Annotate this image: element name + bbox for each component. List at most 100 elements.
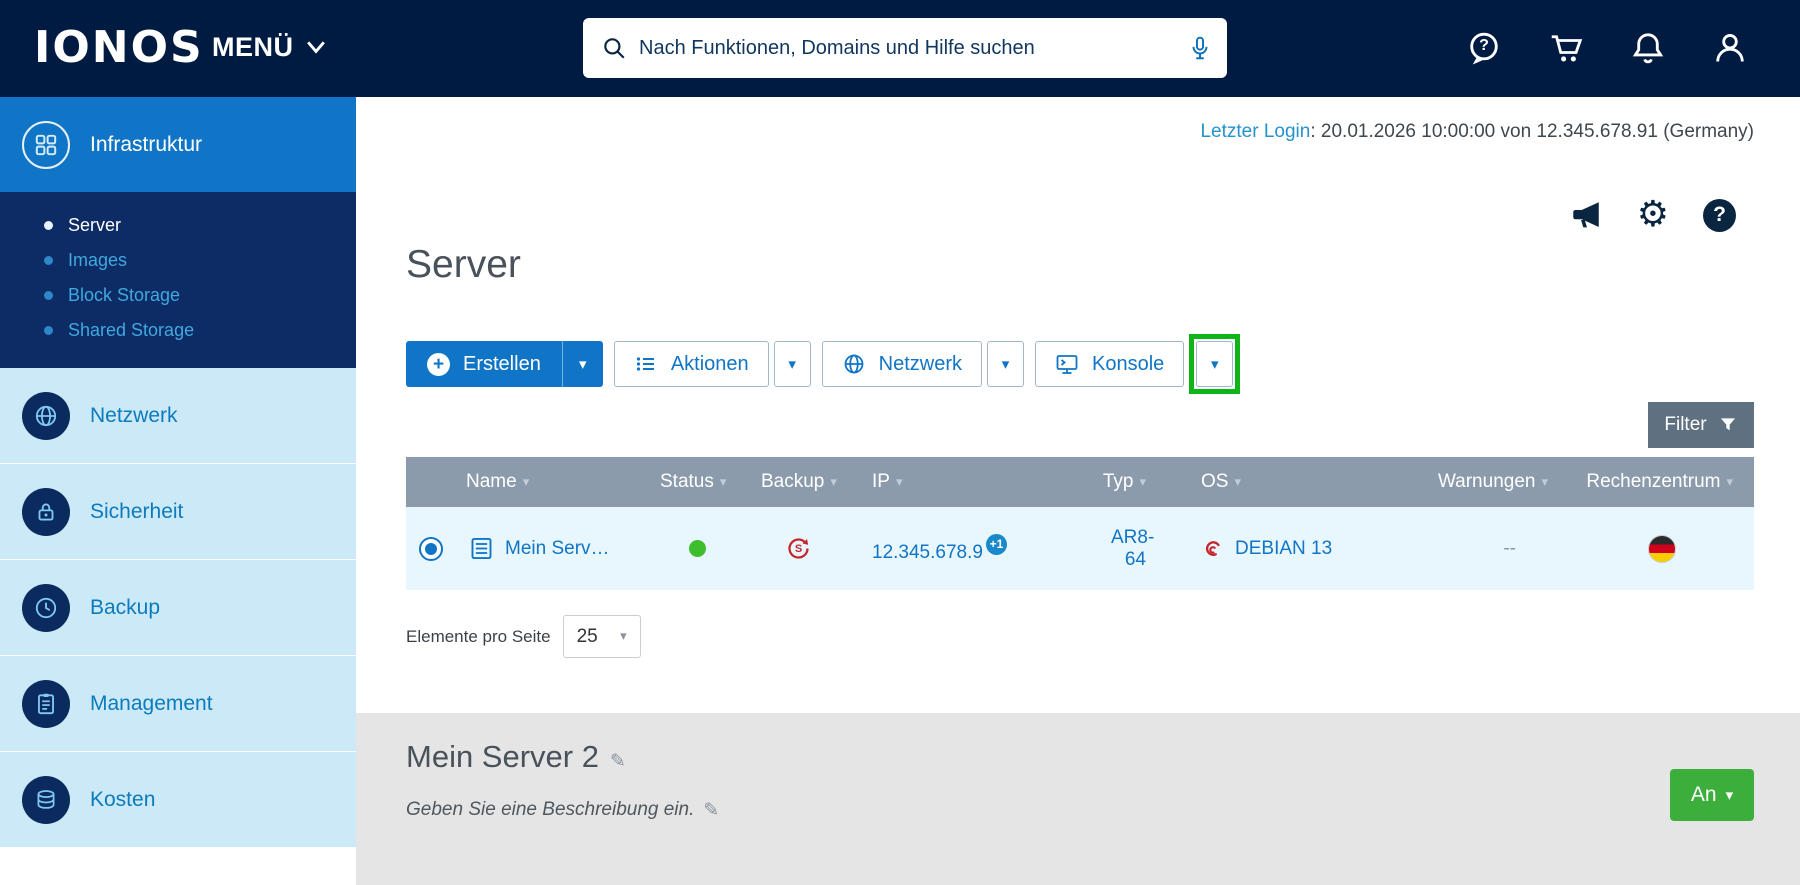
cart-icon[interactable] xyxy=(1548,30,1584,66)
chevron-down-icon xyxy=(306,41,325,54)
microphone-icon[interactable] xyxy=(1187,35,1213,61)
filter-button[interactable]: Filter xyxy=(1648,402,1754,448)
column-header-backup[interactable]: Backup ▾ xyxy=(751,471,861,493)
sidebar-item-infrastruktur[interactable]: Infrastruktur xyxy=(0,97,356,192)
caret-down-icon: ▾ xyxy=(620,629,627,644)
network-dropdown-arrow[interactable]: ▾ xyxy=(987,341,1025,387)
create-button[interactable]: + Erstellen xyxy=(406,341,562,387)
lock-icon xyxy=(22,487,70,536)
ionos-logo[interactable]: IONOS xyxy=(34,22,204,73)
submenu-item-block-storage[interactable]: Block Storage xyxy=(0,278,356,313)
column-header-label: Backup xyxy=(761,471,825,492)
column-header-label: Warnungen xyxy=(1437,471,1536,492)
edit-title-pencil-icon[interactable]: ✎ xyxy=(610,750,626,772)
sidebar-item-label: Backup xyxy=(90,595,161,619)
power-state-label: An xyxy=(1690,783,1717,806)
column-header-rechenzentrum[interactable]: Rechenzentrum ▾ xyxy=(1586,471,1754,493)
power-state-button[interactable]: An ▾ xyxy=(1670,769,1754,821)
table-row: Mein Serv… S 12.345.678.9 +1 AR8-64 DEBI… xyxy=(406,507,1754,590)
column-header-label: Rechenzentrum xyxy=(1586,471,1721,492)
create-button-group: + Erstellen ▾ xyxy=(406,341,603,387)
sidebar-item-sicherheit[interactable]: Sicherheit xyxy=(0,464,356,560)
console-button[interactable]: Konsole xyxy=(1035,341,1185,387)
sidebar-item-label: Management xyxy=(90,691,213,715)
server-icon xyxy=(471,537,492,560)
ip-count-badge[interactable]: +1 xyxy=(985,533,1007,555)
germany-flag-icon xyxy=(1648,534,1676,563)
sidebar-item-netzwerk[interactable]: Netzwerk xyxy=(0,368,356,464)
sidebar-item-label: Netzwerk xyxy=(90,403,178,427)
network-button[interactable]: Netzwerk xyxy=(821,341,983,387)
server-detail-panel: Mein Server 2 ✎ Geben Sie eine Beschreib… xyxy=(356,713,1800,885)
sort-caret-icon: ▾ xyxy=(1234,474,1241,490)
submenu-item-images[interactable]: Images xyxy=(0,243,356,278)
actions-button-label: Aktionen xyxy=(670,352,749,375)
column-header-label: Name xyxy=(466,471,517,492)
network-globe-icon xyxy=(22,391,70,440)
row-status-cell xyxy=(651,540,751,557)
question-glyph: ? xyxy=(1703,198,1736,232)
help-question-icon[interactable]: ? xyxy=(1703,198,1736,232)
row-ip-cell: 12.345.678.9 +1 xyxy=(861,533,1111,564)
help-chat-icon[interactable]: ? xyxy=(1466,30,1502,66)
row-name-cell: Mein Serv… xyxy=(456,535,651,562)
column-header-ip[interactable]: IP ▾ xyxy=(861,471,1111,493)
sidebar-item-kosten[interactable]: Kosten xyxy=(0,752,356,848)
menu-button[interactable]: MENÜ xyxy=(212,32,326,63)
menu-label: MENÜ xyxy=(212,32,294,62)
list-icon xyxy=(636,357,654,371)
network-button-label: Netzwerk xyxy=(878,352,963,375)
row-select-cell xyxy=(406,536,456,561)
clock-backup-icon xyxy=(22,583,70,632)
column-header-label: OS xyxy=(1201,471,1229,492)
sidebar-item-management[interactable]: Management xyxy=(0,656,356,752)
caret-down-icon: ▾ xyxy=(1001,354,1010,373)
sidebar-item-label: Infrastruktur xyxy=(90,132,203,156)
last-login-value: : 20.01.2026 10:00:00 von 12.345.678.91 … xyxy=(1310,121,1754,142)
create-dropdown-arrow[interactable]: ▾ xyxy=(561,341,603,387)
actions-button[interactable]: Aktionen xyxy=(613,341,769,387)
row-radio-selected[interactable] xyxy=(419,536,443,561)
submenu-item-label: Images xyxy=(68,250,128,270)
sort-caret-icon: ▾ xyxy=(830,474,837,490)
bell-icon[interactable] xyxy=(1630,30,1666,66)
sort-caret-icon: ▾ xyxy=(522,474,530,490)
column-header-name[interactable]: Name ▾ xyxy=(456,471,651,493)
user-account-icon[interactable] xyxy=(1712,30,1748,66)
row-os-cell[interactable]: DEBIAN 13 xyxy=(1201,536,1451,561)
column-header-os[interactable]: OS ▾ xyxy=(1201,471,1451,493)
sidebar: Infrastruktur Server Images Block Storag… xyxy=(0,97,356,885)
submenu-item-server[interactable]: Server xyxy=(0,208,356,243)
page-action-icons: ⚙ ? xyxy=(1569,196,1736,234)
settings-gear-icon[interactable]: ⚙ xyxy=(1637,197,1669,233)
search-input[interactable] xyxy=(639,36,1175,60)
submenu-item-label: Shared Storage xyxy=(68,320,195,340)
header-icons: ? xyxy=(1466,30,1748,66)
detail-title-row: Mein Server 2 ✎ xyxy=(406,739,626,775)
sort-caret-icon: ▾ xyxy=(1726,474,1733,490)
server-name-link[interactable]: Mein Serv… xyxy=(505,538,610,560)
sort-caret-icon: ▾ xyxy=(719,474,727,490)
announcements-megaphone-icon[interactable] xyxy=(1569,198,1603,232)
row-datacenter-cell xyxy=(1606,534,1754,563)
column-header-status[interactable]: Status ▾ xyxy=(651,471,751,493)
os-label: DEBIAN 13 xyxy=(1235,537,1333,559)
infrastruktur-submenu: Server Images Block Storage Shared Stora… xyxy=(0,192,356,368)
search-box[interactable] xyxy=(583,18,1227,78)
plus-icon: + xyxy=(427,352,450,376)
column-header-warnungen[interactable]: Warnungen ▾ xyxy=(1438,471,1606,493)
ip-address-link[interactable]: 12.345.678.9 xyxy=(872,542,983,564)
table-header-row: Name ▾ Status ▾ Backup ▾ IP ▾ Typ ▾ OS ▾ xyxy=(406,457,1754,507)
console-button-group: Konsole ▾ xyxy=(1035,334,1241,394)
actions-dropdown-arrow[interactable]: ▾ xyxy=(773,341,811,387)
submenu-item-shared-storage[interactable]: Shared Storage xyxy=(0,313,356,348)
items-per-page-select[interactable]: 25 ▾ xyxy=(562,615,641,658)
sidebar-item-backup[interactable]: Backup xyxy=(0,560,356,656)
submenu-item-label: Server xyxy=(68,215,122,235)
row-typ-cell[interactable]: AR8-64 xyxy=(1111,527,1201,571)
edit-description-pencil-icon[interactable]: ✎ xyxy=(703,799,719,821)
console-dropdown-arrow[interactable]: ▾ xyxy=(1196,341,1234,387)
last-login-link[interactable]: Letzter Login xyxy=(1200,121,1310,142)
column-header-typ[interactable]: Typ ▾ xyxy=(1103,471,1201,493)
create-button-label: Erstellen xyxy=(463,352,541,375)
